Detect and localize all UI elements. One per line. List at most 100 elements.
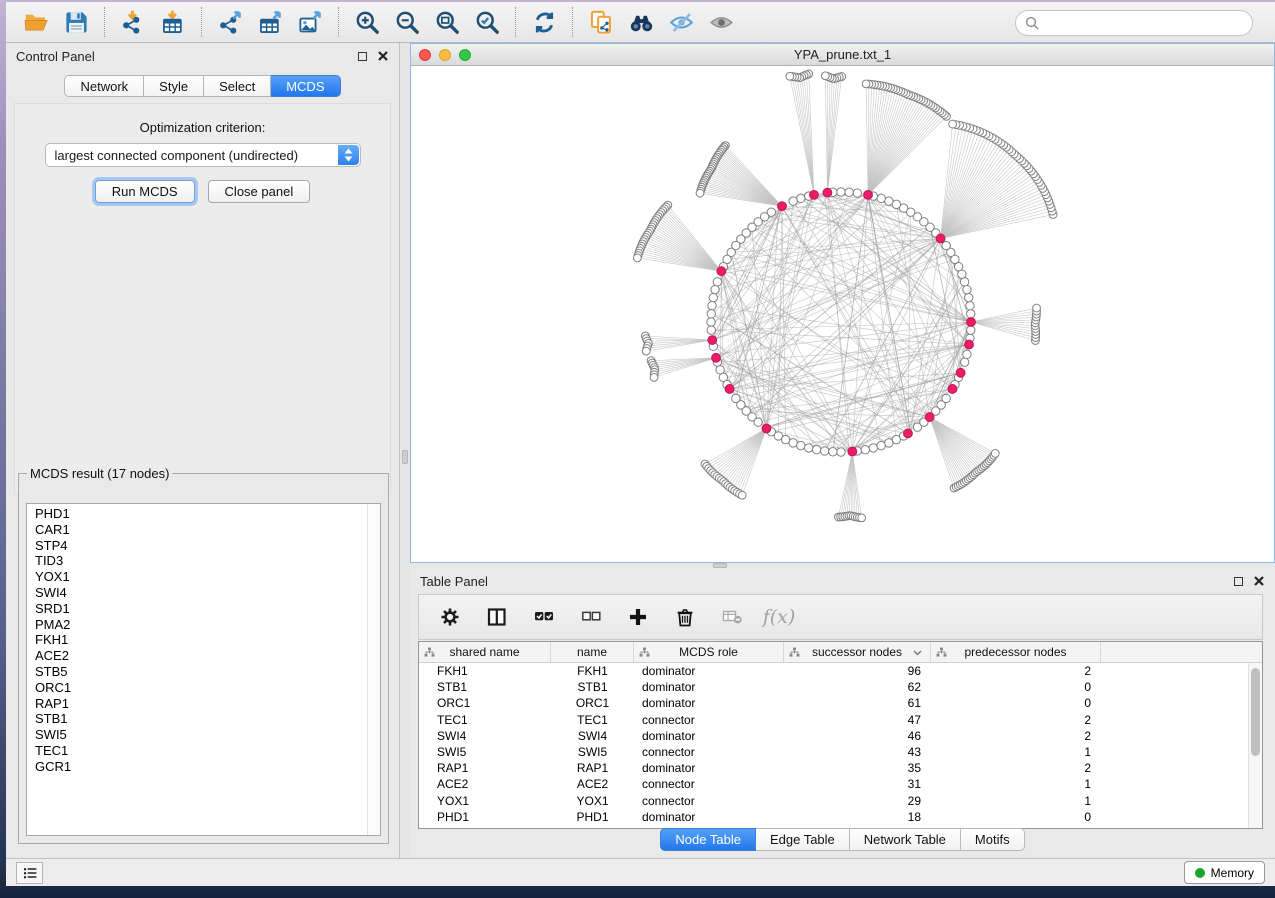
table-row[interactable]: RAP1RAP1dominator352 [419,760,1248,776]
mcds-result-item[interactable]: CAR1 [27,522,380,538]
close-panel-icon[interactable] [377,50,389,62]
network-view-window: YPA_prune.txt_1 [410,43,1275,563]
import-table-button[interactable] [153,5,193,39]
search-binoculars-button[interactable] [621,5,661,39]
cell-MCDS-role: dominator [634,696,784,710]
tab-mcds[interactable]: MCDS [271,75,340,97]
export-network-button[interactable] [210,5,250,39]
tab-network[interactable]: Network [64,75,144,97]
clone-network-button[interactable] [581,5,621,39]
cell-name: ORC1 [551,696,634,710]
tab-style[interactable]: Style [144,75,204,97]
memory-status-icon [1195,868,1205,878]
table-scrollbar[interactable] [1248,663,1262,828]
scrollbar-thumb[interactable] [1251,668,1260,756]
tab-edge-table[interactable]: Edge Table [756,828,850,851]
memory-button[interactable]: Memory [1184,861,1265,884]
network-window-titlebar[interactable]: YPA_prune.txt_1 [411,44,1274,66]
mcds-result-item[interactable]: RAP1 [27,696,380,712]
mcds-result-item[interactable]: ORC1 [27,680,380,696]
tab-select[interactable]: Select [204,75,271,97]
mcds-result-list[interactable]: PHD1CAR1STP4TID3YOX1SWI4SRD1PMA2FKH1ACE2… [26,503,381,836]
zoom-selected-button[interactable] [467,5,507,39]
cell-MCDS-role: connector [634,713,784,727]
mcds-result-item[interactable]: TEC1 [27,743,380,759]
mcds-result-item[interactable]: STB5 [27,664,380,680]
control-panel-tabs: NetworkStyleSelectMCDS [6,75,399,97]
network-window-title: YPA_prune.txt_1 [411,47,1274,62]
mcds-result-item[interactable]: FKH1 [27,632,380,648]
column-header-predecessor-nodes[interactable]: predecessor nodes [931,642,1101,662]
table-row[interactable]: YOX1YOX1connector291 [419,793,1248,809]
mcds-result-item[interactable]: SWI5 [27,727,380,743]
column-header-name[interactable]: name [551,642,634,662]
mcds-result-item[interactable]: GCR1 [27,759,380,775]
export-table-button[interactable] [250,5,290,39]
table-row[interactable]: ACE2ACE2connector311 [419,776,1248,792]
main-toolbar [6,2,1275,43]
run-mcds-button[interactable]: Run MCDS [95,180,195,203]
zoom-fit-button[interactable] [427,5,467,39]
tab-network-table[interactable]: Network Table [850,828,961,851]
float-panel-icon[interactable] [1234,577,1243,586]
select-all-button[interactable] [529,602,559,632]
tab-node-table[interactable]: Node Table [660,828,756,851]
column-header-shared-name[interactable]: shared name [419,642,551,662]
cell-successor-nodes: 43 [784,745,931,759]
table-row[interactable]: FKH1FKH1dominator962 [419,663,1248,679]
hide-graphics-details-button[interactable] [661,5,701,39]
mcds-result-item[interactable]: YOX1 [27,569,380,585]
refresh-button[interactable] [524,5,564,39]
open-session-button[interactable] [16,5,56,39]
divider-handle[interactable] [402,450,408,464]
save-session-button[interactable] [56,5,96,39]
mcds-result-item[interactable]: STP4 [27,538,380,554]
mcds-result-item[interactable]: STB1 [27,711,380,727]
mcds-result-item[interactable]: TID3 [27,553,380,569]
import-table-icon [160,9,187,36]
mcds-result-item[interactable]: PHD1 [27,506,380,522]
columns-button[interactable] [482,602,512,632]
table-row[interactable]: SWI5SWI5connector431 [419,744,1248,760]
table-row[interactable]: PHD1PHD1dominator180 [419,809,1248,825]
network-canvas[interactable] [411,66,1274,563]
table-row[interactable]: ORC1ORC1dominator610 [419,695,1248,711]
show-graphics-details-button[interactable] [701,5,741,39]
deselect-all-button[interactable] [576,602,606,632]
mcds-result-item[interactable]: SWI4 [27,585,380,601]
cell-shared-name: PHD1 [419,810,551,824]
mcds-result-item[interactable]: SRD1 [27,601,380,617]
tab-motifs[interactable]: Motifs [961,828,1025,851]
export-table-icon [257,9,284,36]
import-network-button[interactable] [113,5,153,39]
search-box[interactable] [1015,10,1253,36]
table-row[interactable]: STB1STB1dominator620 [419,679,1248,695]
criterion-dropdown[interactable]: largest connected component (undirected) [45,143,361,167]
delete-button[interactable] [670,602,700,632]
column-header-MCDS-role[interactable]: MCDS role [634,642,784,662]
task-history-button[interactable] [16,862,43,884]
add-button[interactable] [623,602,653,632]
gear-button[interactable] [435,602,465,632]
criterion-value: largest connected component (undirected) [55,148,299,163]
export-image-button[interactable] [290,5,330,39]
cell-predecessor-nodes: 2 [931,713,1101,727]
cell-MCDS-role: dominator [634,680,784,694]
search-input[interactable] [1044,16,1252,31]
column-label: MCDS role [679,645,738,659]
cell-name: ACE2 [551,777,634,791]
close-panel-button[interactable]: Close panel [208,180,311,203]
table-row[interactable]: TEC1TEC1connector472 [419,712,1248,728]
column-header-successor-nodes[interactable]: successor nodes [784,642,931,662]
zoom-in-button[interactable] [347,5,387,39]
mcds-result-item[interactable]: ACE2 [27,648,380,664]
zoom-out-button[interactable] [387,5,427,39]
mcds-list-scrollbar[interactable] [367,504,380,835]
mcds-result-item[interactable]: PMA2 [27,617,380,633]
table-row[interactable]: SWI4SWI4dominator462 [419,728,1248,744]
column-label: successor nodes [812,645,902,659]
close-panel-icon[interactable] [1253,575,1265,587]
table-panel: Table Panel f(x) shared namenameMCDS rol… [410,568,1275,858]
vertical-split-divider[interactable] [400,43,410,858]
float-panel-icon[interactable] [358,52,367,61]
